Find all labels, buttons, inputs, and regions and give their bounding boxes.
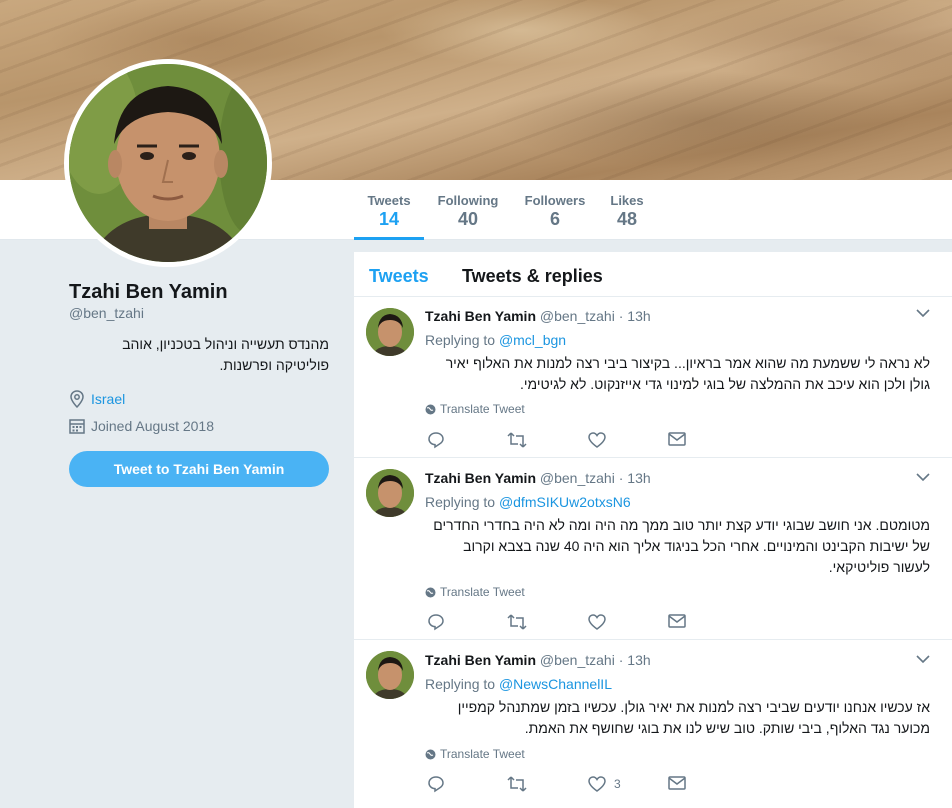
nav-tweets-label: Tweets xyxy=(367,193,411,208)
tweet-time[interactable]: 13h xyxy=(627,652,650,668)
profile-avatar[interactable] xyxy=(64,59,272,267)
tab-tweets-replies[interactable]: Tweets & replies xyxy=(462,266,603,287)
replying-prefix: Replying to xyxy=(425,494,496,510)
like-heart-icon[interactable] xyxy=(588,431,614,449)
like-heart-icon[interactable] xyxy=(588,613,614,631)
chevron-down-icon[interactable] xyxy=(916,472,930,482)
profile-bio: מהנדס תעשייה וניהול בטכניון, אוהב פוליטי… xyxy=(122,336,329,373)
reply-icon[interactable] xyxy=(427,431,445,449)
tweet-avatar[interactable] xyxy=(366,469,414,517)
tweet-author-handle[interactable]: @ben_tzahi xyxy=(540,470,615,486)
tweet-text: אז עכשיו אנחנו יודעים שביבי רצה למנות את… xyxy=(457,699,930,736)
replying-prefix: Replying to xyxy=(425,332,496,348)
nav-following[interactable]: Following 40 xyxy=(436,180,500,240)
profile-joined: Joined August 2018 xyxy=(69,418,214,434)
tweet-actions: 3 xyxy=(427,775,747,793)
translate-label: Translate Tweet xyxy=(440,585,525,599)
chevron-down-icon[interactable] xyxy=(916,654,930,664)
tweet-replying-to: Replying to @mcl_bgn xyxy=(425,332,566,348)
chevron-down-icon[interactable] xyxy=(916,308,930,318)
location-link[interactable]: Israel xyxy=(91,391,125,407)
like-heart-icon[interactable]: 3 xyxy=(588,775,621,793)
translate-label: Translate Tweet xyxy=(440,402,525,416)
calendar-icon xyxy=(69,418,85,434)
reply-target-link[interactable]: @dfmSIKUw2otxsN6 xyxy=(499,494,631,510)
profile-location: Israel xyxy=(69,390,125,408)
tweet-replying-to: Replying to @NewsChannelIL xyxy=(425,676,612,692)
tweet-actions xyxy=(427,613,747,631)
nav-likes-count: 48 xyxy=(616,209,638,229)
nav-following-label: Following xyxy=(437,193,499,208)
reply-icon[interactable] xyxy=(427,613,445,631)
translate-tweet[interactable]: Translate Tweet xyxy=(425,585,525,599)
direct-message-icon[interactable] xyxy=(668,613,686,629)
tweet-item[interactable]: Tzahi Ben Yamin @ben_tzahi · 13h Replyin… xyxy=(354,640,952,808)
tweet-author-name[interactable]: Tzahi Ben Yamin xyxy=(425,470,536,486)
profile-handle[interactable]: @ben_tzahi xyxy=(69,305,144,321)
globe-icon xyxy=(425,749,436,760)
tweet-item[interactable]: Tzahi Ben Yamin @ben_tzahi · 13h Replyin… xyxy=(354,297,952,458)
tweet-avatar[interactable] xyxy=(366,308,414,356)
translate-tweet[interactable]: Translate Tweet xyxy=(425,402,525,416)
translate-tweet[interactable]: Translate Tweet xyxy=(425,747,525,761)
nav-likes-label: Likes xyxy=(610,193,644,208)
globe-icon xyxy=(425,404,436,415)
tweet-author-handle[interactable]: @ben_tzahi xyxy=(540,308,615,324)
timeline-tabs: Tweets Tweets & replies xyxy=(354,252,952,297)
nav-followers-label: Followers xyxy=(524,193,586,208)
direct-message-icon[interactable] xyxy=(668,431,686,447)
nav-followers-count: 6 xyxy=(549,209,560,229)
tweet-text: לא נראה לי ששמעת מה שהוא אמר בראיון... ב… xyxy=(445,355,930,392)
tweet-item[interactable]: Tzahi Ben Yamin @ben_tzahi · 13h Replyin… xyxy=(354,458,952,640)
reply-icon[interactable] xyxy=(427,775,445,793)
tweet-to-button[interactable]: Tweet to Tzahi Ben Yamin xyxy=(69,451,329,487)
reply-target-link[interactable]: @mcl_bgn xyxy=(499,332,566,348)
tweet-author-name[interactable]: Tzahi Ben Yamin xyxy=(425,308,536,324)
profile-name[interactable]: Tzahi Ben Yamin xyxy=(69,281,228,304)
translate-label: Translate Tweet xyxy=(440,747,525,761)
tab-tweets[interactable]: Tweets xyxy=(369,266,429,287)
tweet-avatar[interactable] xyxy=(366,651,414,699)
tweet-replying-to: Replying to @dfmSIKUw2otxsN6 xyxy=(425,494,631,510)
nav-following-count: 40 xyxy=(457,209,479,229)
direct-message-icon[interactable] xyxy=(668,775,686,791)
retweet-icon[interactable] xyxy=(507,775,527,793)
nav-tweets[interactable]: Tweets 14 xyxy=(354,180,424,240)
tweet-author-handle[interactable]: @ben_tzahi xyxy=(540,652,615,668)
tweet-time[interactable]: 13h xyxy=(627,308,650,324)
nav-likes[interactable]: Likes 48 xyxy=(605,180,649,240)
globe-icon xyxy=(425,587,436,598)
reply-target-link[interactable]: @NewsChannelIL xyxy=(499,676,612,692)
location-pin-icon xyxy=(69,390,85,408)
tweet-actions xyxy=(427,431,747,449)
retweet-icon[interactable] xyxy=(507,431,527,449)
tweet-time[interactable]: 13h xyxy=(627,470,650,486)
tweet-text: מטומטם. אני חושב שבוגי יודע קצת יותר טוב… xyxy=(433,517,930,575)
tweet-header: Tzahi Ben Yamin @ben_tzahi · 13h xyxy=(425,308,651,324)
tweet-header: Tzahi Ben Yamin @ben_tzahi · 13h xyxy=(425,470,651,486)
joined-text: Joined August 2018 xyxy=(91,418,214,434)
replying-prefix: Replying to xyxy=(425,676,496,692)
tweet-header: Tzahi Ben Yamin @ben_tzahi · 13h xyxy=(425,652,651,668)
like-count: 3 xyxy=(614,777,621,791)
nav-tweets-count: 14 xyxy=(378,209,400,229)
nav-followers[interactable]: Followers 6 xyxy=(523,180,587,240)
timeline: Tweets Tweets & replies Tzahi Ben Yamin … xyxy=(354,252,952,808)
retweet-icon[interactable] xyxy=(507,613,527,631)
tweet-author-name[interactable]: Tzahi Ben Yamin xyxy=(425,652,536,668)
